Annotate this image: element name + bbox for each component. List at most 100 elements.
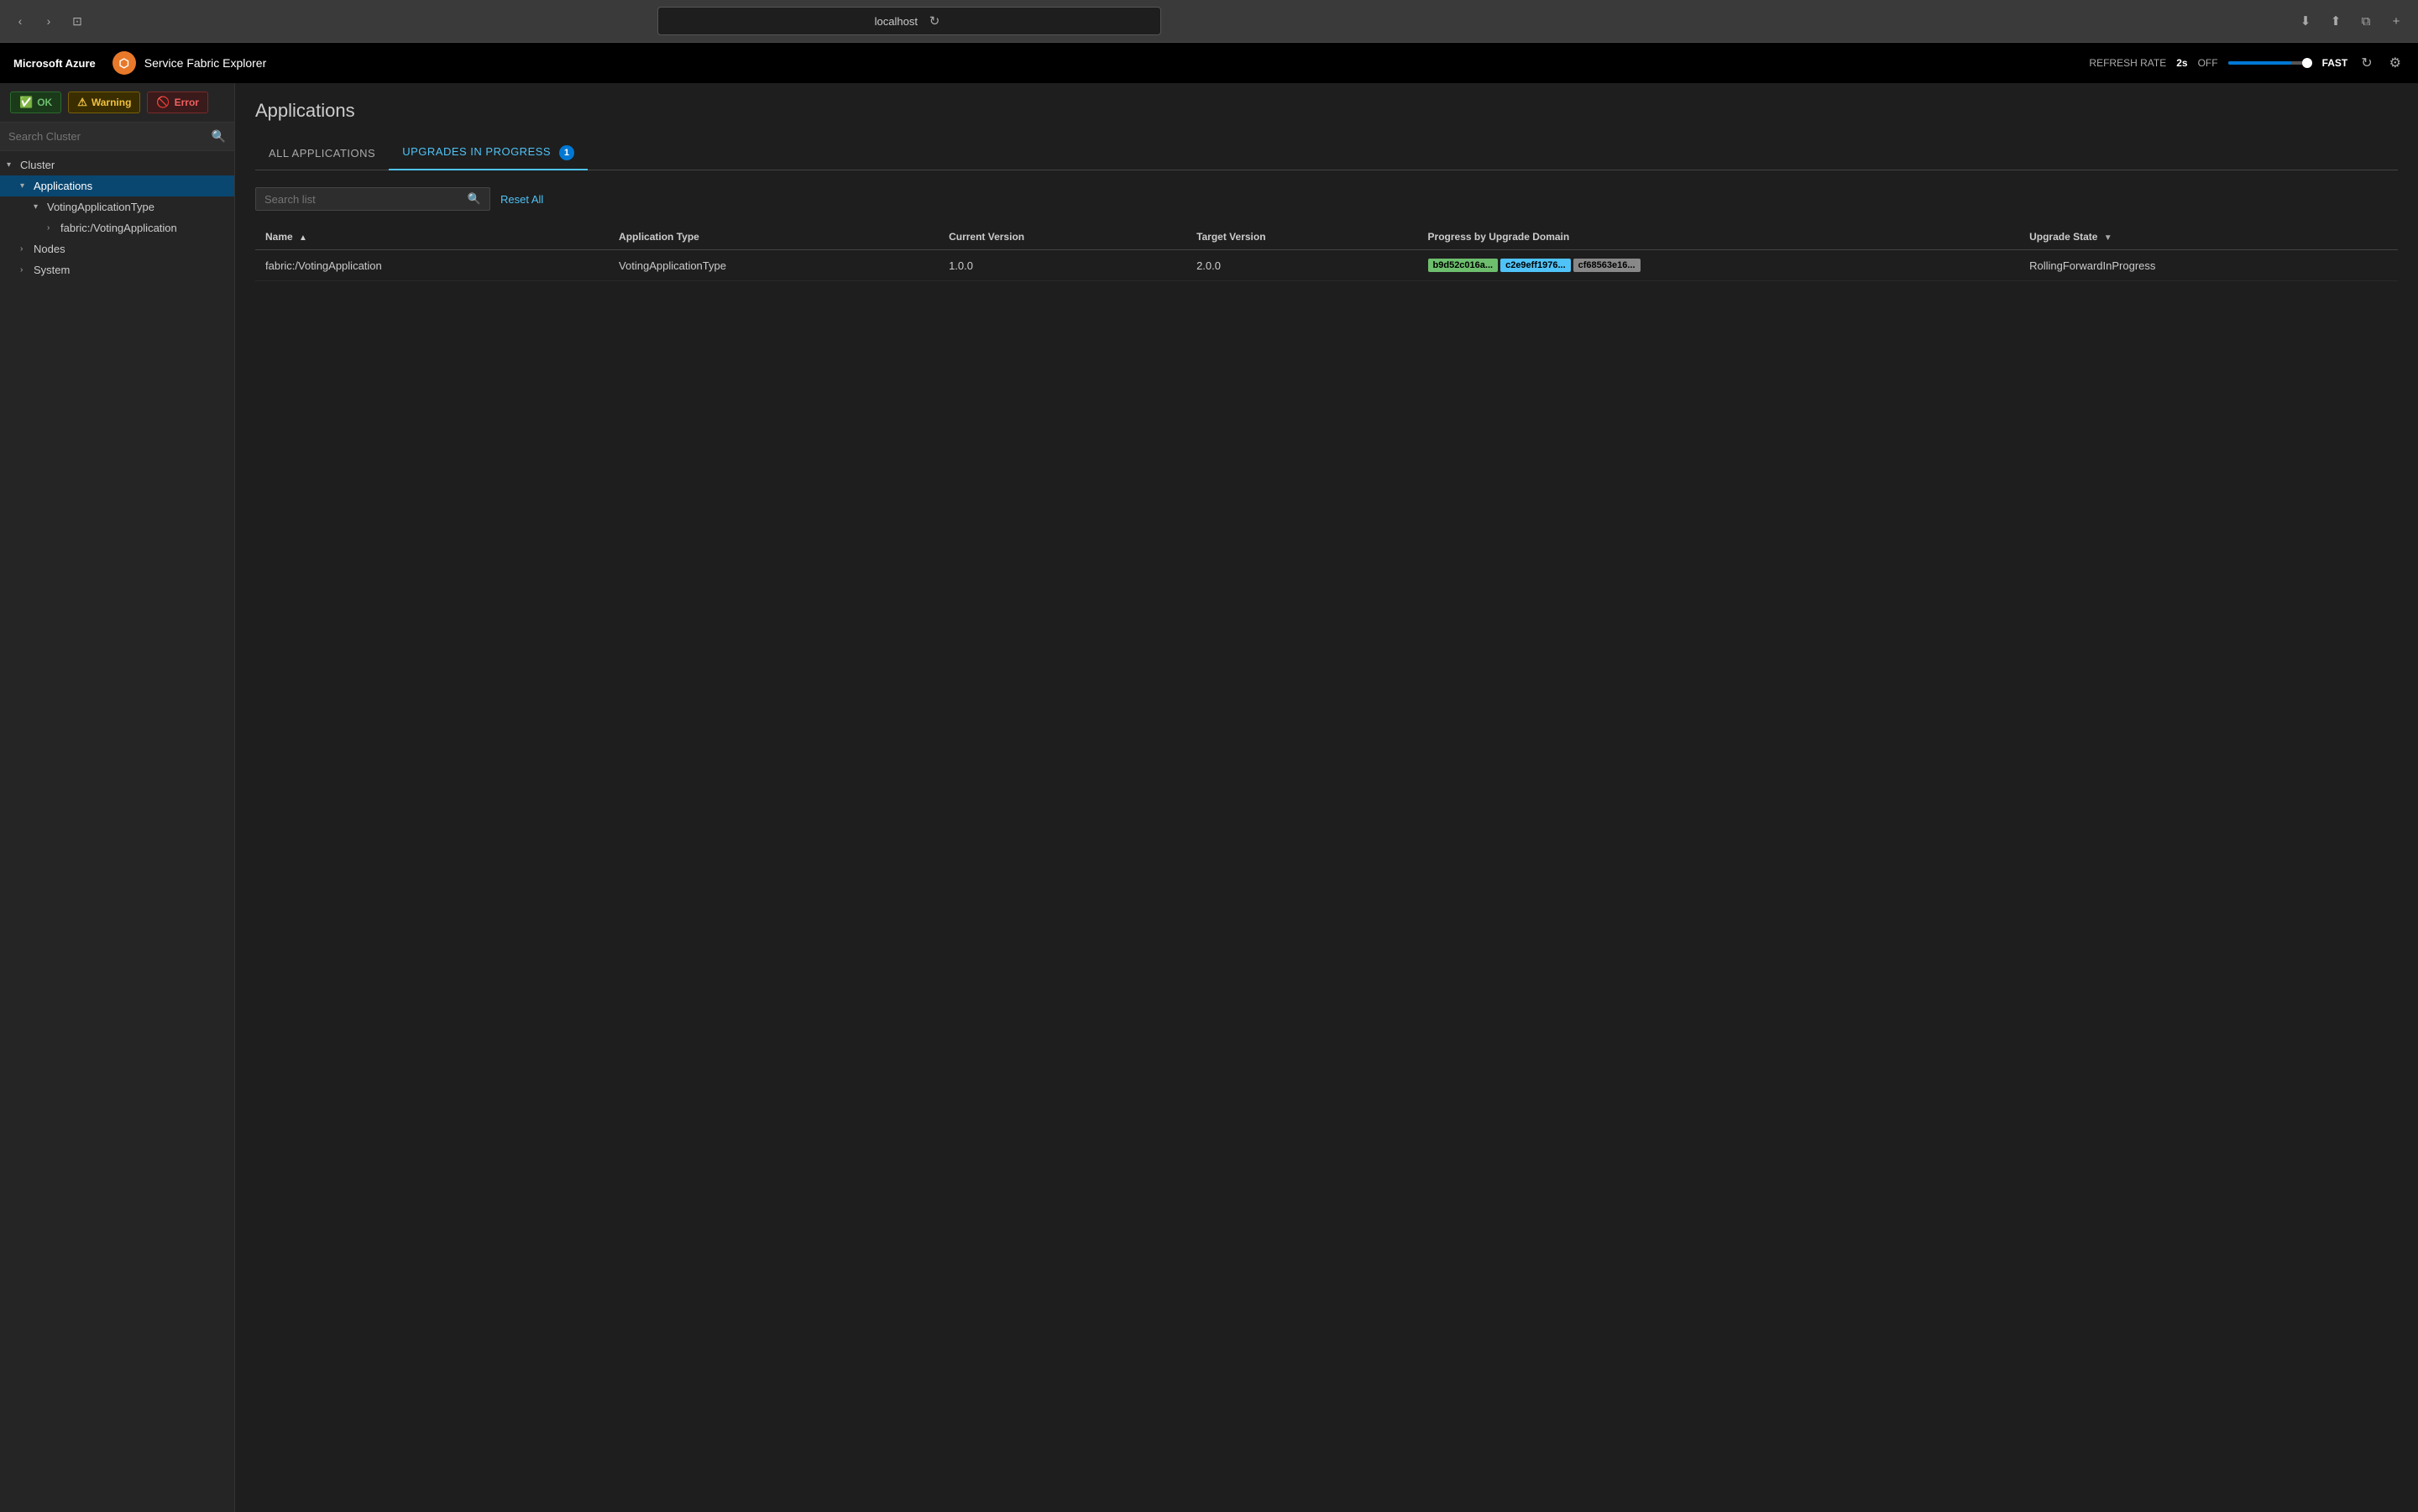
col-app-type[interactable]: Application Type [609,224,939,250]
sidebar-item-fabric-voting-app[interactable]: › fabric:/VotingApplication [0,217,234,238]
sidebar-item-label: System [34,264,228,276]
search-list-icon: 🔍 [468,192,481,206]
chevron-right-icon: › [20,244,32,254]
table-header-row: Name ▲ Application Type Current Version … [255,224,2398,250]
table-row: fabric:/VotingApplicationVotingApplicati… [255,250,2398,281]
search-cluster-bar: 🔍 [0,123,234,151]
search-cluster-input[interactable] [8,130,212,143]
cell-progress-domains: b9d52c016a...c2e9eff1976...cf68563e16... [1418,250,2020,281]
sfe-icon: ⬡ [113,51,136,75]
reset-all-button[interactable]: Reset All [500,193,543,206]
data-table: Name ▲ Application Type Current Version … [255,224,2398,281]
speed-label: FAST [2322,57,2348,69]
col-upgrade-state[interactable]: Upgrade State ▼ [2019,224,2398,250]
slider-fill [2228,61,2291,65]
search-list-input[interactable] [264,193,468,206]
search-list-wrapper: 🔍 [255,187,490,211]
sidebar-item-system[interactable]: › System [0,259,234,280]
refresh-button[interactable]: ↻ [924,11,945,31]
cell-app-type: VotingApplicationType [609,250,939,281]
chevron-right-icon: › [20,265,32,275]
ok-icon: ✅ [19,96,33,109]
status-error-badge[interactable]: 🚫 Error [147,92,208,113]
address-bar[interactable]: localhost ↻ [657,7,1161,35]
refresh-toggle-label: OFF [2198,57,2218,69]
window-button[interactable]: ⊡ [67,11,87,31]
browser-right-icons: ⬇ ⬆ ⧉ + [2294,9,2408,33]
sidebar-item-nodes[interactable]: › Nodes [0,238,234,259]
filter-icon: ▼ [2104,233,2112,243]
domain-badge[interactable]: cf68563e16... [1573,259,1641,272]
sidebar-item-label: fabric:/VotingApplication [60,222,228,234]
slider-track [2228,61,2312,65]
share-icon-button[interactable]: ⬆ [2324,9,2347,33]
table-body: fabric:/VotingApplicationVotingApplicati… [255,250,2398,281]
sfe-icon-inner: ⬡ [119,56,129,71]
table-header: Name ▲ Application Type Current Version … [255,224,2398,250]
sidebar-item-cluster[interactable]: ▾ Cluster [0,154,234,175]
cell-current-version: 1.0.0 [939,250,1186,281]
status-ok-label: OK [37,97,52,108]
forward-button[interactable]: › [39,11,59,31]
tab-all-label: ALL APPLICATIONS [269,147,375,160]
chevron-down-icon: ▾ [34,202,45,212]
refresh-rate-value: 2s [2176,57,2187,69]
cell-target-version: 2.0.0 [1186,250,1417,281]
browser-toolbar: ‹ › ⊡ localhost ↻ ⬇ ⬆ ⧉ + [0,0,2418,42]
error-icon: 🚫 [156,96,170,109]
cell-upgrade-state: RollingForwardInProgress [2019,250,2398,281]
top-nav-right: REFRESH RATE 2s OFF FAST ↻ ⚙ [2089,51,2405,75]
chevron-down-icon: ▾ [7,160,18,170]
browser-chrome: ‹ › ⊡ localhost ↻ ⬇ ⬆ ⧉ + [0,0,2418,43]
sidebar: ✅ OK ⚠ Warning 🚫 Error 🔍 [0,83,235,1512]
col-current-version[interactable]: Current Version [939,224,1186,250]
speed-slider[interactable] [2228,61,2312,65]
sfe-title: Service Fabric Explorer [144,56,267,70]
col-name[interactable]: Name ▲ [255,224,609,250]
sidebar-item-voting-app-type[interactable]: ▾ VotingApplicationType [0,196,234,217]
domain-badges: b9d52c016a...c2e9eff1976...cf68563e16... [1428,259,2010,272]
sidebar-status-bar: ✅ OK ⚠ Warning 🚫 Error [0,83,234,123]
tab-all-applications[interactable]: ALL APPLICATIONS [255,139,389,170]
sidebar-item-label: Cluster [20,159,228,171]
cell-name[interactable]: fabric:/VotingApplication [255,250,609,281]
status-warning-label: Warning [92,97,132,108]
sidebar-item-label: Applications [34,180,228,192]
sidebar-item-label: Nodes [34,243,228,255]
url-text: localhost [875,15,918,28]
tabs-icon-button[interactable]: ⧉ [2354,9,2378,33]
col-progress[interactable]: Progress by Upgrade Domain [1418,224,2020,250]
status-warning-badge[interactable]: ⚠ Warning [68,92,140,113]
sidebar-item-applications[interactable]: ▾ Applications [0,175,234,196]
download-icon-button[interactable]: ⬇ [2294,9,2317,33]
status-error-label: Error [175,97,199,108]
refresh-icon-button[interactable]: ↻ [2358,51,2375,75]
new-tab-button[interactable]: + [2384,9,2408,33]
slider-thumb [2302,58,2312,68]
upgrades-badge: 1 [559,145,574,160]
settings-icon-button[interactable]: ⚙ [2386,51,2405,75]
chevron-right-icon: › [47,223,59,233]
app-container: Microsoft Azure ⬡ Service Fabric Explore… [0,43,2418,1512]
top-nav: Microsoft Azure ⬡ Service Fabric Explore… [0,43,2418,83]
tab-upgrades-in-progress[interactable]: UPGRADES IN PROGRESS 1 [389,137,588,170]
sidebar-item-label: VotingApplicationType [47,201,228,213]
right-panel: Applications ALL APPLICATIONS UPGRADES I… [235,83,2418,1512]
status-ok-badge[interactable]: ✅ OK [10,92,61,113]
search-cluster-button[interactable]: 🔍 [212,129,226,144]
domain-badge[interactable]: c2e9eff1976... [1500,259,1571,272]
chevron-down-icon: ▾ [20,181,32,191]
col-target-version[interactable]: Target Version [1186,224,1417,250]
main-content: ✅ OK ⚠ Warning 🚫 Error 🔍 [0,83,2418,1512]
azure-logo: Microsoft Azure [13,57,96,70]
sort-asc-icon: ▲ [299,233,307,243]
list-controls: 🔍 Reset All [255,187,2398,211]
domain-badge[interactable]: b9d52c016a... [1428,259,1499,272]
tabs-container: ALL APPLICATIONS UPGRADES IN PROGRESS 1 [255,137,2398,170]
tree-nav: ▾ Cluster ▾ Applications ▾ VotingApplica… [0,151,234,284]
page-title: Applications [255,100,2398,122]
refresh-rate-label: REFRESH RATE [2089,57,2166,69]
warning-icon: ⚠ [77,96,87,109]
back-button[interactable]: ‹ [10,11,30,31]
tab-upgrades-label: UPGRADES IN PROGRESS [402,145,551,158]
